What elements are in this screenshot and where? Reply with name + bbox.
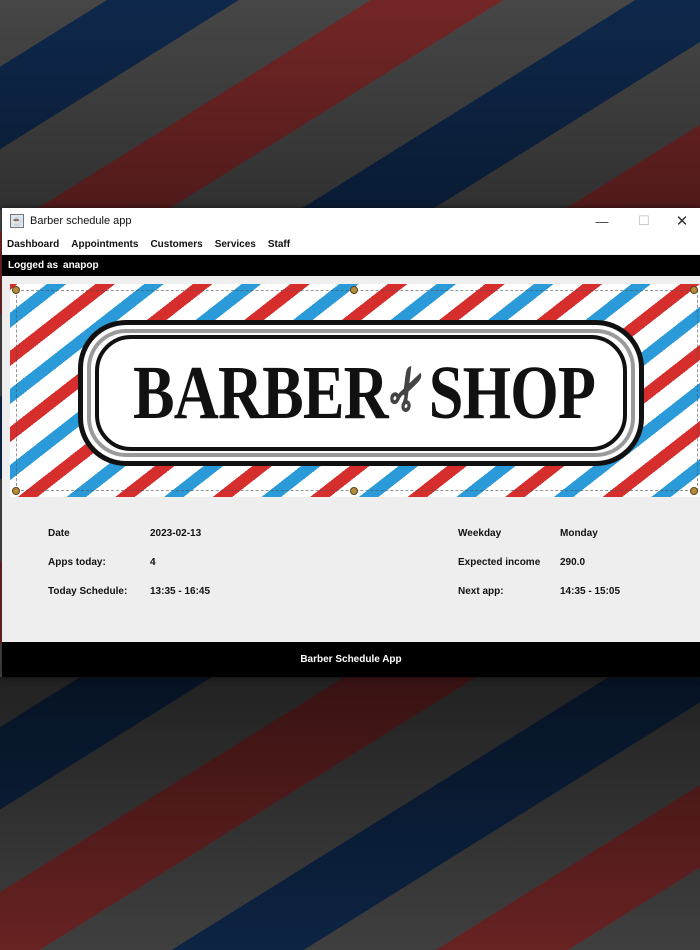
footer-bar: Barber Schedule App — [2, 642, 700, 677]
maximize-button[interactable]: ☐ — [624, 208, 664, 234]
barbershop-banner-image: BARBER✂SHOP — [10, 284, 700, 497]
next-app-label: Next app: — [458, 586, 504, 597]
menu-appointments[interactable]: Appointments — [65, 239, 144, 250]
apps-today-value: 4 — [150, 557, 156, 568]
expected-income-value: 290.0 — [560, 557, 586, 568]
footer-text: Barber Schedule App — [300, 654, 402, 665]
title-bar[interactable]: ☕ Barber schedule app — ☐ ✕ — [2, 208, 700, 234]
date-label: Date — [48, 528, 70, 539]
java-app-icon: ☕ — [10, 214, 24, 228]
next-app-value: 14:35 - 15:05 — [560, 586, 621, 597]
grommet-icon — [690, 487, 698, 495]
grommet-icon — [12, 286, 20, 294]
logged-as-label: Logged as — [8, 260, 59, 271]
weekday-value: Monday — [560, 528, 598, 539]
background-top-shade — [0, 0, 700, 210]
logo-word-barber: BARBER — [133, 351, 389, 435]
minimize-button[interactable]: — — [582, 208, 622, 234]
logged-username: anapop — [63, 260, 99, 271]
menu-customers[interactable]: Customers — [144, 239, 208, 250]
background-bottom-shade — [0, 677, 700, 950]
dashboard-stats: Date 2023-02-13 Apps today: 4 Today Sche… — [2, 508, 700, 643]
menu-bar: Dashboard Appointments Customers Service… — [2, 234, 700, 254]
menu-dashboard[interactable]: Dashboard — [2, 239, 65, 250]
logo-word-shop: SHOP — [428, 351, 596, 435]
today-schedule-label: Today Schedule: — [48, 586, 128, 597]
window-title: Barber schedule app — [30, 215, 132, 227]
date-value: 2023-02-13 — [150, 528, 202, 539]
grommet-icon — [690, 286, 698, 294]
grommet-icon — [350, 487, 358, 495]
session-bar: Logged as anapop — [2, 255, 700, 276]
menu-services[interactable]: Services — [209, 239, 262, 250]
logo-plate: BARBER✂SHOP — [78, 320, 644, 466]
apps-today-label: Apps today: — [48, 557, 106, 568]
close-button[interactable]: ✕ — [662, 208, 700, 234]
menu-staff[interactable]: Staff — [262, 239, 296, 250]
expected-income-label: Expected income — [458, 557, 541, 568]
grommet-icon — [12, 487, 20, 495]
logo-text: BARBER✂SHOP — [133, 347, 596, 436]
weekday-label: Weekday — [458, 528, 502, 539]
app-window: ☕ Barber schedule app — ☐ ✕ Dashboard Ap… — [2, 208, 700, 677]
grommet-icon — [350, 286, 358, 294]
today-schedule-value: 13:35 - 16:45 — [150, 586, 211, 597]
